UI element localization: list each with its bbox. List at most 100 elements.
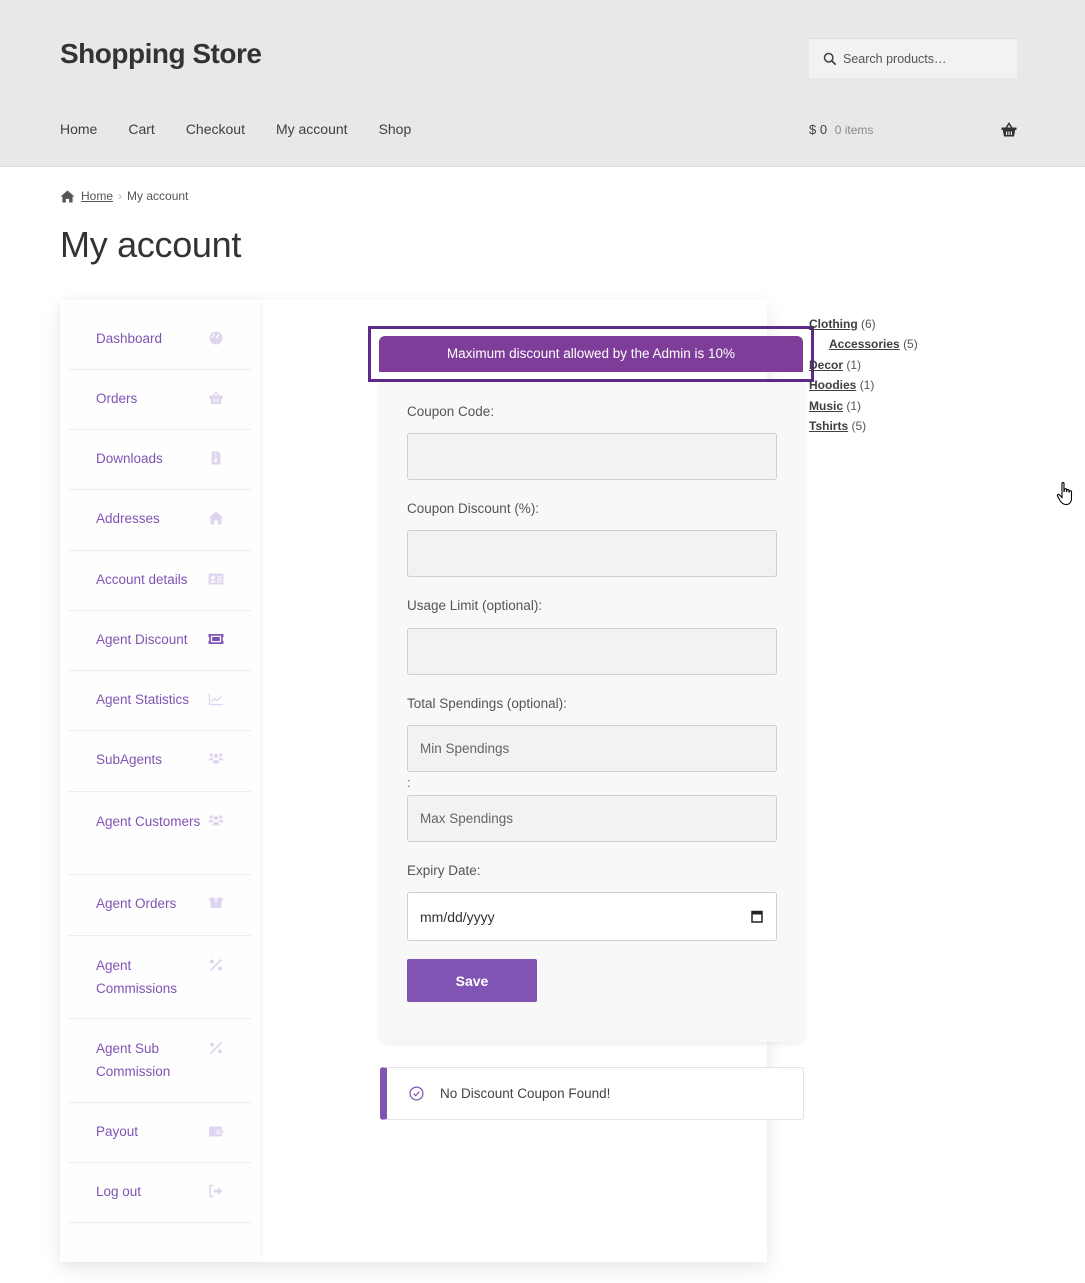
home-icon [208, 511, 224, 525]
id-card-icon [208, 572, 224, 586]
product-categories-widget: Clothing (6) Accessories (5) Decor (1) Hood… [809, 314, 918, 436]
nav-item-label: Agent Sub Commission [96, 1041, 171, 1079]
account-nav-subagents[interactable]: SubAgents [68, 731, 251, 792]
account-nav-addresses[interactable]: Addresses [68, 490, 251, 551]
breadcrumb-home[interactable]: Home [81, 189, 113, 203]
users-icon [208, 752, 224, 766]
account-content: Maximum discount allowed by the Admin is… [320, 300, 814, 1262]
nav-item-label: Agent Commissions [96, 958, 178, 996]
usage-limit-input[interactable] [407, 628, 777, 675]
admin-discount-notice-frame: Maximum discount allowed by the Admin is… [368, 326, 814, 382]
account-nav-downloads[interactable]: Downloads [68, 430, 251, 490]
account-nav-agent-customers[interactable]: Agent Customers [68, 792, 251, 875]
account-nav-payout[interactable]: Payout [68, 1103, 251, 1163]
admin-discount-notice: Maximum discount allowed by the Admin is… [379, 336, 803, 372]
breadcrumb-separator: › [118, 189, 123, 203]
min-spendings-input[interactable] [407, 725, 777, 772]
category-link-music[interactable]: Music [809, 399, 843, 413]
max-spendings-input[interactable] [407, 795, 777, 842]
nav-shop[interactable]: Shop [379, 121, 412, 137]
home-icon [60, 189, 75, 203]
file-download-icon [208, 451, 224, 465]
nav-item-label: Downloads [96, 451, 163, 466]
chart-line-icon [208, 692, 224, 706]
basket-icon[interactable] [1001, 122, 1017, 138]
main-nav: Home Cart Checkout My account Shop [60, 121, 442, 137]
nav-item-label: Agent Discount [96, 632, 188, 647]
expiry-date-input[interactable]: mm/dd/yyyy [407, 892, 777, 941]
wallet-icon [208, 1124, 224, 1138]
spendings-separator: : [407, 775, 411, 790]
coupon-code-input[interactable] [407, 433, 777, 480]
account-nav-agent-commissions[interactable]: Agent Commissions [68, 936, 251, 1019]
coupon-discount-label: Coupon Discount (%): [407, 501, 540, 516]
category-count: (1) [846, 398, 862, 413]
category-link-decor[interactable]: Decor [809, 358, 843, 372]
category-item: Decor (1) [809, 355, 918, 375]
category-item: Tshirts (5) [809, 416, 918, 436]
account-nav-orders[interactable]: Orders [68, 370, 251, 430]
account-nav-log-out[interactable]: Log out [68, 1163, 251, 1223]
nav-home[interactable]: Home [60, 121, 97, 137]
breadcrumb: Home › My account [60, 189, 188, 203]
account-nav-dashboard[interactable]: Dashboard [68, 300, 251, 370]
nav-item-label: Log out [96, 1184, 142, 1199]
nav-checkout[interactable]: Checkout [186, 121, 245, 137]
agent-discount-form: Coupon Code: Coupon Discount (%): Usage … [380, 382, 804, 1042]
total-spendings-label: Total Spendings (optional): [407, 696, 567, 711]
coupon-discount-input[interactable] [407, 530, 777, 577]
category-link-clothing[interactable]: Clothing [809, 317, 858, 331]
box-open-icon [208, 896, 224, 910]
page-title: My account [60, 224, 242, 265]
cart-summary[interactable]: $ 0 0 items [809, 122, 873, 137]
percent-icon [208, 958, 224, 972]
account-nav-list: Dashboard Orders Downloads Addresses Account… [68, 300, 251, 1223]
category-count: (5) [903, 337, 918, 352]
nav-item-label: Account details [96, 572, 188, 587]
basket-icon [208, 391, 224, 405]
nav-item-label: Dashboard [96, 331, 163, 346]
nav-item-label: Agent Customers [96, 814, 201, 829]
category-count: (6) [861, 317, 876, 331]
account-container: Dashboard Orders Downloads Addresses Account… [60, 300, 814, 1262]
category-link-tshirts[interactable]: Tshirts [809, 419, 848, 433]
search-box[interactable] [809, 38, 1017, 78]
category-link-hoodies[interactable]: Hoodies [809, 378, 856, 392]
account-nav-agent-statistics[interactable]: Agent Statistics [68, 671, 251, 731]
dashboard-icon [208, 331, 224, 345]
account-nav-agent-discount[interactable]: Agent Discount [68, 611, 251, 671]
account-nav-account-details[interactable]: Account details [68, 551, 251, 611]
usage-limit-label: Usage Limit (optional): [407, 598, 543, 613]
nav-item-label: Orders [96, 391, 138, 406]
calendar-icon[interactable] [751, 910, 763, 923]
site-title[interactable]: Shopping Store [60, 38, 262, 70]
sign-out-icon [208, 1184, 224, 1198]
ticket-icon [208, 632, 224, 646]
coupon-code-label: Coupon Code: [407, 404, 495, 419]
category-link-accessories[interactable]: Accessories [829, 337, 900, 351]
search-input[interactable] [843, 51, 1013, 66]
nav-item-label: Agent Statistics [96, 692, 190, 707]
category-count: (1) [859, 378, 875, 393]
hand-cursor-icon [1056, 482, 1073, 506]
nav-cart[interactable]: Cart [128, 121, 154, 137]
nav-item-label: SubAgents [96, 752, 163, 767]
users-icon [208, 814, 224, 828]
breadcrumb-current: My account [127, 189, 189, 203]
category-count: (1) [846, 357, 862, 372]
nav-my-account[interactable]: My account [276, 121, 348, 137]
category-item: Music (1) [809, 396, 918, 416]
site-header: Shopping Store Home Cart Checkout My acc… [0, 0, 1085, 167]
cart-amount: $ 0 [809, 122, 828, 137]
search-icon [823, 52, 837, 65]
category-item: Accessories (5) [809, 334, 918, 354]
account-nav-agent-orders[interactable]: Agent Orders [68, 875, 251, 936]
cart-items-count: 0 items [834, 123, 874, 137]
category-count: (5) [851, 419, 867, 434]
nav-item-label: Agent Orders [96, 896, 177, 911]
account-nav-agent-sub-commission[interactable]: Agent Sub Commission [68, 1019, 251, 1103]
save-button[interactable]: Save [407, 959, 537, 1002]
nav-item-label: Addresses [96, 511, 160, 526]
no-coupon-message: No Discount Coupon Found! [440, 1086, 611, 1101]
no-coupon-notice: No Discount Coupon Found! [380, 1067, 804, 1120]
